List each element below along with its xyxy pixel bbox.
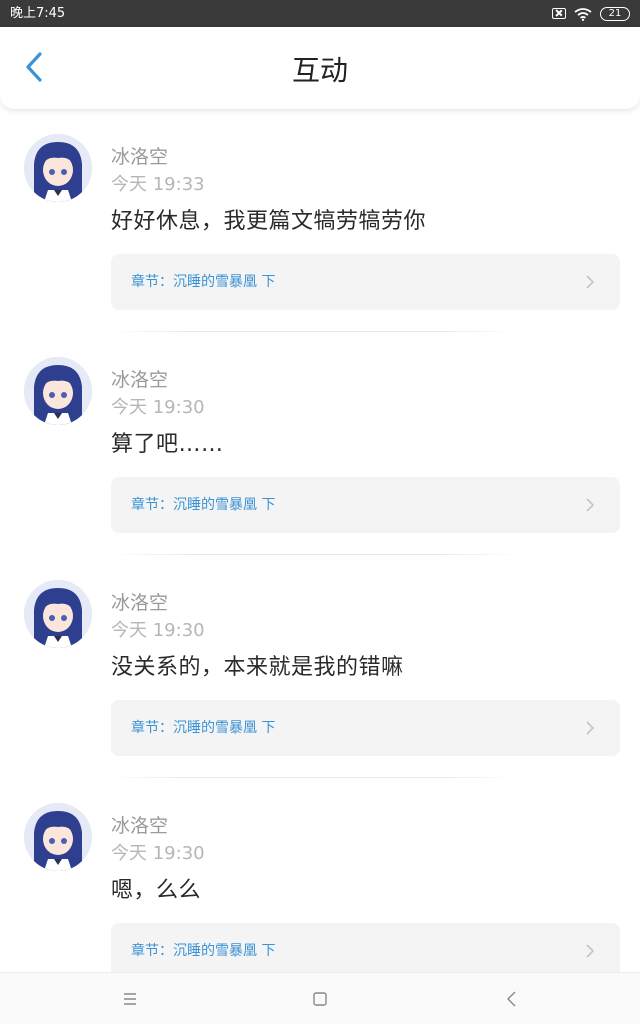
close-box-icon (552, 8, 566, 19)
comment-item[interactable]: 冰洛空 今天 19:33 好好休息，我更篇文犒劳犒劳你 章节：沉睡的雪暴凰 下 (0, 114, 640, 337)
comment-text: 没关系的，本来就是我的错嘛 (111, 655, 404, 680)
divider (110, 331, 520, 332)
avatar[interactable] (24, 134, 92, 202)
avatar[interactable] (24, 803, 92, 871)
comment-username: 冰洛空 (111, 592, 169, 614)
chapter-label: 章节：沉睡的雪暴凰 下 (131, 943, 276, 959)
comment-list[interactable]: 冰洛空 今天 19:33 好好休息，我更篇文犒劳犒劳你 章节：沉睡的雪暴凰 下 … (0, 114, 640, 1006)
chapter-link[interactable]: 章节：沉睡的雪暴凰 下 (111, 923, 620, 979)
comment-username: 冰洛空 (111, 815, 169, 837)
comment-username: 冰洛空 (111, 369, 169, 391)
comment-text: 算了吧…… (111, 432, 224, 457)
comment-username: 冰洛空 (111, 146, 169, 168)
chapter-link[interactable]: 章节：沉睡的雪暴凰 下 (111, 477, 620, 533)
chapter-link[interactable]: 章节：沉睡的雪暴凰 下 (111, 254, 620, 310)
status-time: 晚上7:45 (10, 6, 66, 21)
comment-item[interactable]: 冰洛空 今天 19:30 没关系的，本来就是我的错嘛 章节：沉睡的雪暴凰 下 (0, 560, 640, 783)
chapter-link[interactable]: 章节：沉睡的雪暴凰 下 (111, 700, 620, 756)
comment-time: 今天 19:30 (111, 620, 205, 641)
menu-icon[interactable] (118, 987, 142, 1011)
comment-text: 嗯，么么 (111, 878, 202, 903)
avatar[interactable] (24, 357, 92, 425)
page-title: 互动 (291, 54, 348, 87)
chevron-right-icon (586, 721, 595, 735)
header: 互动 (0, 27, 640, 109)
comment-item[interactable]: 冰洛空 今天 19:30 算了吧…… 章节：沉睡的雪暴凰 下 (0, 337, 640, 560)
chevron-right-icon (586, 275, 595, 289)
chapter-label: 章节：沉睡的雪暴凰 下 (131, 274, 276, 290)
nav-back-icon[interactable] (500, 987, 524, 1011)
chapter-label: 章节：沉睡的雪暴凰 下 (131, 720, 276, 736)
comment-time: 今天 19:33 (111, 174, 205, 195)
chevron-right-icon (586, 498, 595, 512)
chevron-right-icon (586, 944, 595, 958)
wifi-icon (574, 7, 592, 21)
comment-text: 好好休息，我更篇文犒劳犒劳你 (111, 209, 427, 234)
chapter-label: 章节：沉睡的雪暴凰 下 (131, 497, 276, 513)
comment-time: 今天 19:30 (111, 843, 205, 864)
avatar[interactable] (24, 580, 92, 648)
comment-time: 今天 19:30 (111, 397, 205, 418)
divider (110, 777, 520, 778)
system-nav-bar (0, 972, 640, 1024)
status-icons: 21 (552, 5, 630, 22)
status-bar: 晚上7:45 21 (0, 0, 640, 27)
battery-icon: 21 (600, 6, 630, 21)
home-square-icon[interactable] (308, 987, 332, 1011)
divider (110, 554, 520, 555)
